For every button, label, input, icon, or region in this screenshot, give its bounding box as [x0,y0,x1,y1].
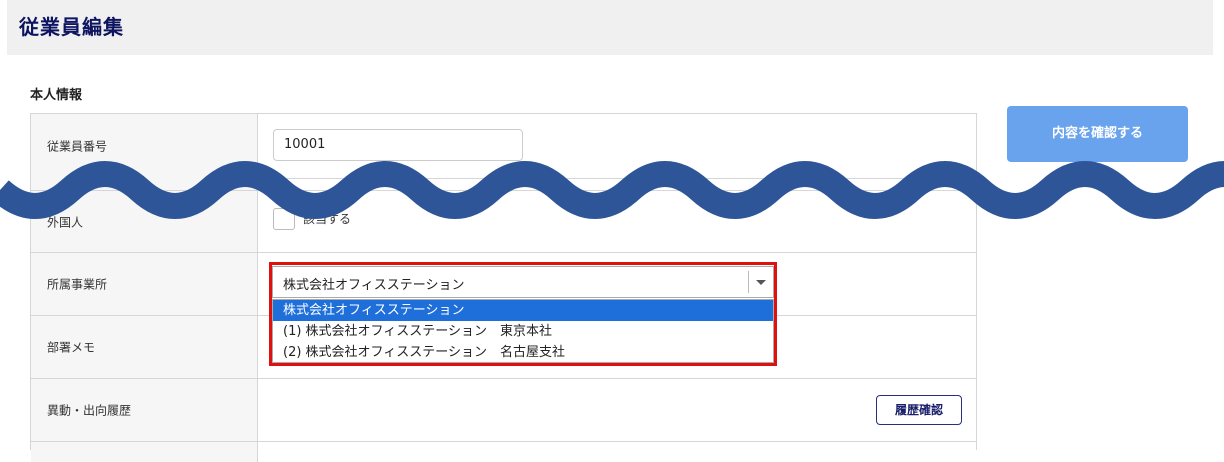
next-row [31,442,976,462]
office-label-cell: 所属事業所 [31,253,258,315]
office-select-value: 株式会社オフィスステーション [283,278,465,293]
history-confirm-button[interactable]: 履歴確認 [876,395,962,425]
select-divider [748,271,749,293]
page-title: 従業員編集 [19,15,124,39]
office-select[interactable]: 株式会社オフィスステーション [272,266,774,298]
transfer-history-label-cell: 異動・出向履歴 [31,379,258,441]
wave-line [0,161,1224,219]
office-dropdown-list: 株式会社オフィスステーション (1) 株式会社オフィスステーション 東京本社 (… [272,299,774,363]
next-row-label-cell [31,442,258,462]
wave-divider [0,161,1224,219]
section-title: 本人情報 [30,88,83,103]
office-label: 所属事業所 [47,277,108,292]
transfer-history-label: 異動・出向履歴 [47,403,132,418]
dropdown-option[interactable]: (1) 株式会社オフィスステーション 東京本社 [273,321,773,342]
dropdown-option[interactable]: 株式会社オフィスステーション [273,300,773,321]
department-memo-label: 部署メモ [47,340,96,355]
department-memo-label-cell: 部署メモ [31,316,258,378]
chevron-down-icon[interactable] [756,280,766,285]
dropdown-option[interactable]: (2) 株式会社オフィスステーション 名古屋支社 [273,342,773,363]
page-header: 従業員編集 [7,0,1213,55]
transfer-history-row: 異動・出向履歴 履歴確認 [31,379,976,442]
